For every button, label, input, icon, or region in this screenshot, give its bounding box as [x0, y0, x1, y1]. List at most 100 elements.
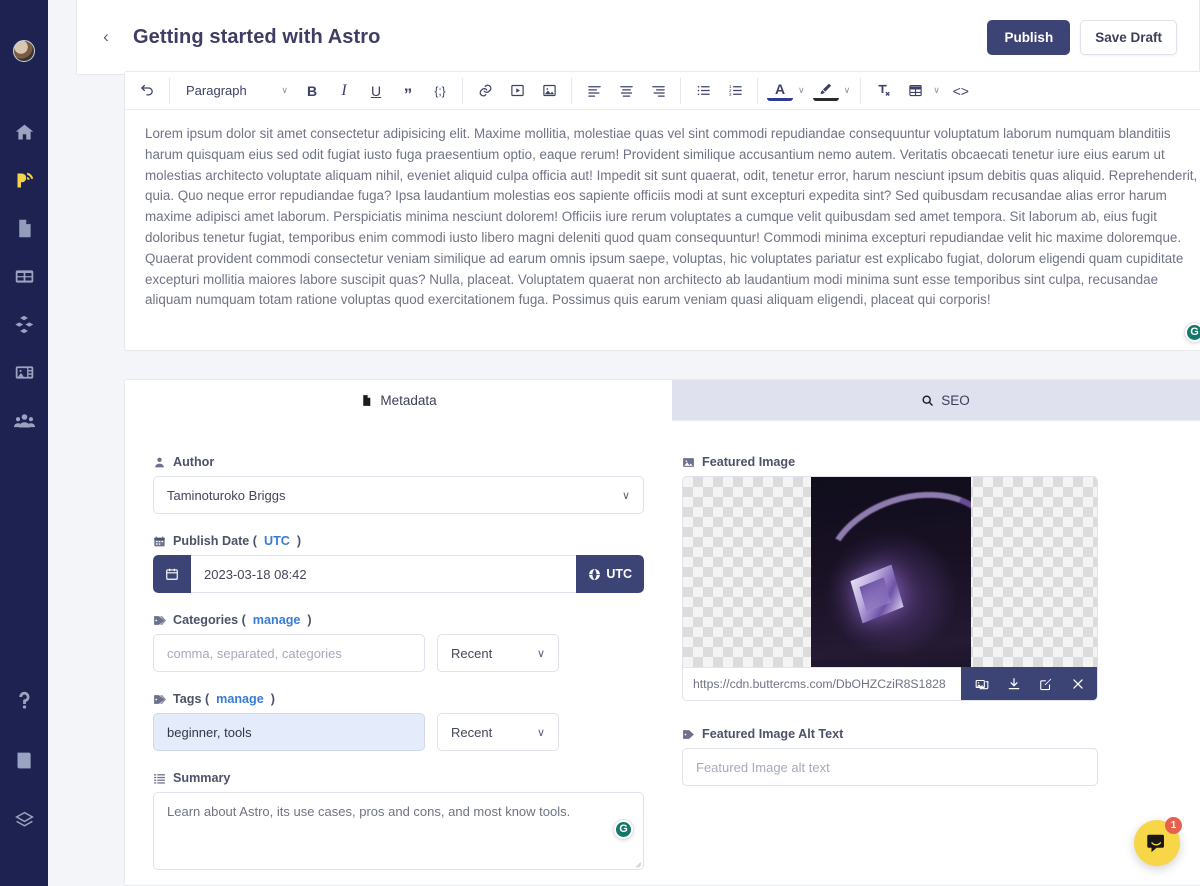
font-color-chevron-down-icon[interactable]: ∨: [798, 85, 805, 96]
underline-button[interactable]: U: [363, 78, 389, 104]
publish-date-label-text: Publish Date (: [173, 534, 257, 548]
code-button[interactable]: {;}: [427, 78, 453, 104]
calendar-icon: [154, 535, 165, 546]
main-area: ‹ Getting started with Astro Publish Sav…: [48, 0, 1200, 886]
media-icon: [15, 365, 33, 379]
timezone-button[interactable]: UTC: [576, 555, 645, 593]
number-list-icon: 123: [728, 84, 742, 97]
resize-handle[interactable]: [633, 860, 642, 868]
tags-field: Tags ( manage ) beginner, tools Recent ∨: [153, 692, 644, 751]
categories-field: Categories ( manage ) comma, separated, …: [153, 613, 644, 672]
sidebar-item-collections[interactable]: [0, 252, 48, 300]
panel-body: Author Taminoturoko Briggs ∨ Publish Dat…: [125, 421, 1200, 885]
align-center-button[interactable]: [613, 78, 639, 104]
avatar[interactable]: [13, 40, 35, 62]
calendar-picker-button[interactable]: [153, 555, 191, 593]
sidebar-item-media[interactable]: [0, 348, 48, 396]
tab-metadata[interactable]: Metadata: [125, 380, 672, 421]
sidebar-item-layers[interactable]: [0, 796, 48, 844]
calendar-icon: [166, 568, 178, 580]
toolbar-divider: [757, 77, 758, 104]
categories-recent-select[interactable]: Recent ∨: [437, 634, 559, 672]
font-color-button[interactable]: A: [767, 81, 793, 101]
replace-image-button[interactable]: [967, 667, 997, 700]
search-icon: [922, 394, 934, 406]
featured-image-actions: [961, 667, 1098, 700]
block-format-select[interactable]: Paragraph ∨: [178, 78, 296, 104]
categories-input[interactable]: comma, separated, categories: [153, 634, 425, 672]
alt-text-field: Featured Image Alt Text Featured Image a…: [682, 727, 1099, 786]
publish-date-utc-link[interactable]: UTC: [264, 534, 290, 548]
author-select[interactable]: Taminoturoko Briggs ∨: [153, 476, 645, 514]
save-draft-button[interactable]: Save Draft: [1080, 19, 1177, 55]
publish-button[interactable]: Publish: [987, 19, 1071, 55]
sidebar-item-docs[interactable]: [0, 736, 48, 784]
chevron-down-icon: ∨: [621, 489, 631, 502]
highlight-icon: [820, 83, 832, 94]
editor-paragraph: Lorem ipsum dolor sit amet consectetur a…: [145, 126, 1198, 308]
publish-date-input[interactable]: 2023-03-18 08:42: [191, 555, 577, 593]
categories-row: comma, separated, categories Recent ∨: [153, 634, 644, 672]
align-left-button[interactable]: [581, 78, 607, 104]
images-icon: [975, 679, 989, 689]
blockquote-button[interactable]: ”: [395, 78, 421, 104]
intercom-launcher[interactable]: 1: [1134, 817, 1182, 866]
tag-icon: [683, 729, 694, 739]
align-center-icon: [619, 86, 633, 97]
tags-recent-label: Recent: [451, 724, 493, 740]
video-button[interactable]: [504, 78, 530, 104]
panel-tabs: Metadata SEO: [125, 380, 1200, 421]
categories-manage-link[interactable]: manage: [253, 613, 301, 627]
sidebar-item-components[interactable]: [0, 300, 48, 348]
toolbar-divider: [571, 77, 572, 104]
editor-content-area[interactable]: Lorem ipsum dolor sit amet consectetur a…: [125, 110, 1200, 351]
featured-image-preview[interactable]: https://cdn.buttercms.com/DbOHZCziR8S182…: [682, 476, 1099, 701]
block-format-value: Paragraph: [186, 83, 247, 98]
edit-image-button[interactable]: [1031, 667, 1061, 700]
sidebar-item-pages[interactable]: [0, 204, 48, 252]
italic-button[interactable]: I: [331, 78, 357, 104]
tab-metadata-label: Metadata: [380, 392, 437, 408]
tags-recent-select[interactable]: Recent ∨: [437, 713, 559, 751]
table-icon: [909, 84, 922, 97]
pages-icon: [18, 219, 31, 237]
categories-label: Categories ( manage ): [153, 613, 644, 627]
publish-date-label-tail: ): [296, 534, 302, 548]
alt-text-input[interactable]: Featured Image alt text: [682, 748, 1099, 786]
grammarly-badge[interactable]: G: [613, 819, 635, 840]
sidebar-item-blog[interactable]: [0, 156, 48, 204]
publish-date-label: Publish Date ( UTC ): [153, 534, 644, 548]
summary-textarea[interactable]: Learn about Astro, its use cases, pros a…: [153, 792, 645, 870]
help-icon: [18, 691, 30, 709]
tags-manage-link[interactable]: manage: [216, 692, 264, 706]
align-right-button[interactable]: [645, 78, 671, 104]
featured-image-url[interactable]: https://cdn.buttercms.com/DbOHZCziR8S182…: [683, 667, 962, 700]
left-sidebar: [0, 0, 48, 886]
link-button[interactable]: [472, 78, 498, 104]
undo-button[interactable]: [134, 78, 160, 104]
bold-button[interactable]: B: [299, 78, 325, 104]
home-icon: [15, 124, 33, 139]
categories-label-text: Categories (: [173, 613, 246, 627]
insert-image-button[interactable]: [536, 78, 562, 104]
numbered-list-button[interactable]: 123: [722, 78, 748, 104]
table-button[interactable]: [902, 78, 928, 104]
back-button[interactable]: ‹: [91, 22, 121, 52]
sidebar-item-help[interactable]: [0, 676, 48, 724]
author-label: Author: [153, 455, 644, 469]
highlight-chevron-down-icon[interactable]: ∨: [844, 85, 851, 96]
clear-format-button[interactable]: [870, 78, 896, 104]
source-code-button[interactable]: <>: [948, 78, 974, 104]
summary-field: Summary Learn about Astro, its use cases…: [153, 771, 645, 870]
remove-image-button[interactable]: [1063, 667, 1093, 700]
bullet-list-button[interactable]: [690, 78, 716, 104]
table-chevron-down-icon[interactable]: ∨: [933, 85, 940, 96]
sidebar-item-team[interactable]: [0, 396, 48, 444]
download-image-button[interactable]: [999, 667, 1029, 700]
highlight-button[interactable]: [812, 81, 839, 101]
tags-input[interactable]: beginner, tools: [153, 713, 425, 751]
timezone-label: UTC: [606, 567, 633, 581]
sidebar-item-home[interactable]: [0, 108, 48, 156]
tab-seo[interactable]: SEO: [672, 380, 1200, 421]
grammarly-badge[interactable]: G: [1184, 322, 1200, 343]
